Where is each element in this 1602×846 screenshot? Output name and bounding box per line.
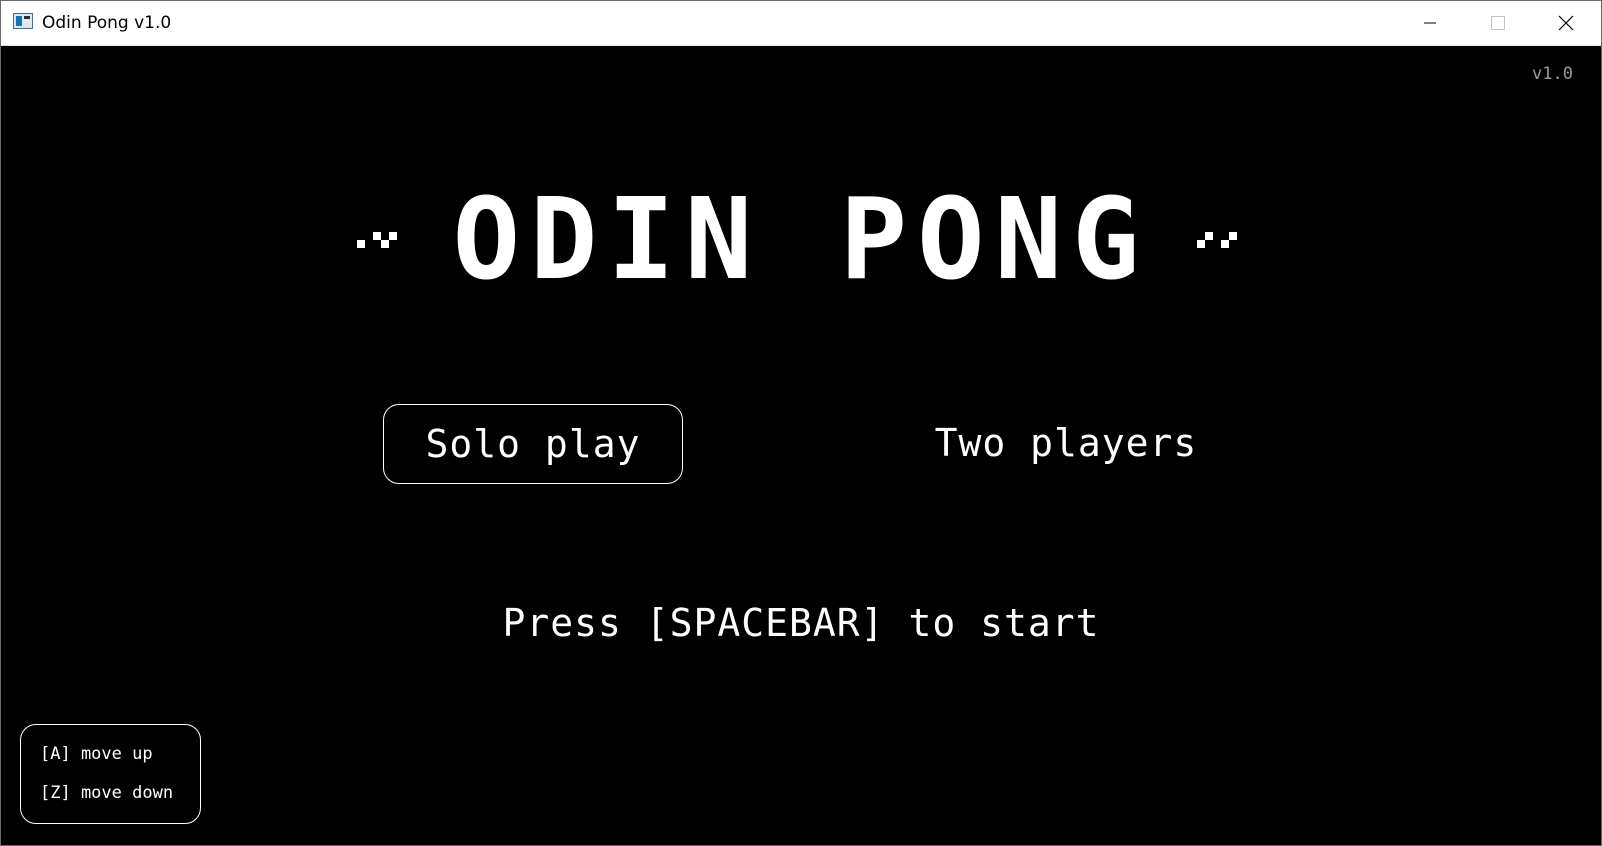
app-window: Odin Pong v1.0 v1.0 ODIN PONG Solo play … (0, 0, 1602, 846)
start-prompt: Press [SPACEBAR] to start (502, 601, 1100, 645)
controls-panel: [A] move up [Z] move down (20, 724, 201, 824)
pixel-ornament-icon (1197, 232, 1237, 248)
maximize-button[interactable] (1464, 1, 1532, 45)
close-icon (1558, 15, 1574, 31)
minimize-icon (1424, 22, 1436, 24)
two-players-button[interactable]: Two players (916, 404, 1216, 482)
solo-play-button[interactable]: Solo play (383, 404, 683, 484)
control-hint: [A] move up (40, 744, 153, 764)
game-title: ODIN PONG (452, 175, 1150, 305)
title-row: ODIN PONG (1, 175, 1601, 305)
game-canvas[interactable]: v1.0 ODIN PONG Solo play Two players Pre… (1, 46, 1601, 845)
app-icon (13, 13, 33, 29)
maximize-icon (1491, 16, 1505, 30)
window-title: Odin Pong v1.0 (42, 13, 172, 33)
close-button[interactable] (1532, 1, 1600, 45)
control-hint: [Z] move down (40, 783, 174, 803)
version-label: v1.0 (1532, 64, 1573, 84)
title-bar[interactable]: Odin Pong v1.0 (1, 1, 1601, 46)
minimize-button[interactable] (1396, 1, 1464, 45)
